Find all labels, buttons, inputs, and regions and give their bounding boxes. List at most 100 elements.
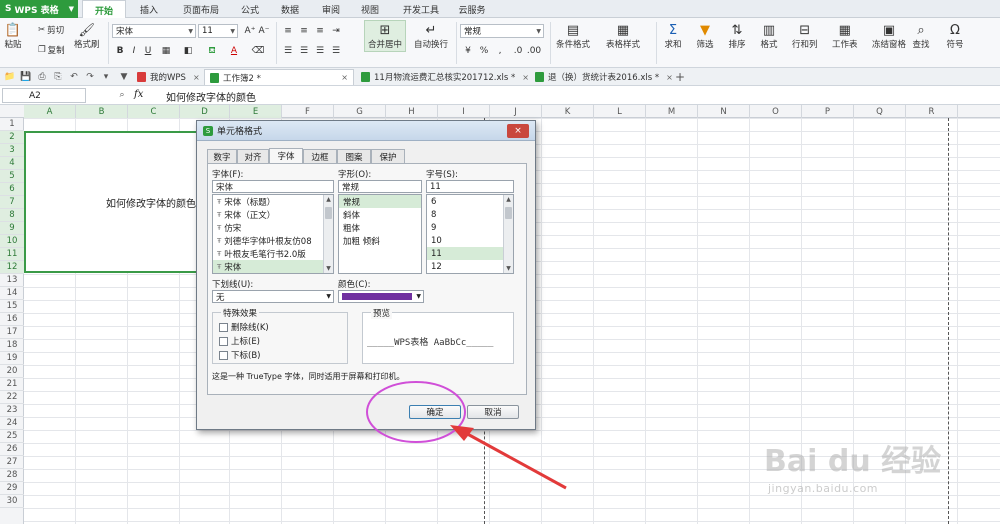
column-header[interactable]: L xyxy=(594,105,646,118)
list-item[interactable]: 常规 xyxy=(339,195,421,208)
paste-button[interactable]: 📋 粘贴 xyxy=(4,22,22,51)
row-header[interactable]: 15 xyxy=(0,300,24,313)
font-size-combo[interactable]: 11 ▼ xyxy=(198,24,238,38)
row-header[interactable]: 19 xyxy=(0,352,24,365)
list-item[interactable]: 8 xyxy=(427,208,513,221)
border-icon[interactable]: ▦ xyxy=(160,45,172,57)
row-header[interactable]: 26 xyxy=(0,443,24,456)
list-item[interactable]: 斜体 xyxy=(339,208,421,221)
italic-button[interactable]: I xyxy=(128,45,140,57)
align-bottom-icon[interactable]: ≡ xyxy=(314,25,326,37)
doc-tab-logistics[interactable]: 11月物流运费汇总核实201712.xls * × xyxy=(356,69,534,85)
ok-button[interactable]: 确定 xyxy=(409,405,461,419)
cancel-button[interactable]: 取消 xyxy=(467,405,519,419)
customize-icon[interactable]: ▾ xyxy=(100,71,112,83)
dialog-title-bar[interactable]: S 单元格格式 × xyxy=(197,121,535,141)
fill-color-icon[interactable]: ◧ xyxy=(182,45,194,57)
row-header[interactable]: 22 xyxy=(0,391,24,404)
list-item[interactable]: 粗体 xyxy=(339,221,421,234)
align-top-icon[interactable]: ≡ xyxy=(282,25,294,37)
close-icon[interactable]: × xyxy=(666,73,673,82)
row-header[interactable]: 5 xyxy=(0,170,24,183)
tab-cloud[interactable]: 云服务 xyxy=(452,0,492,18)
row-header[interactable]: 11 xyxy=(0,248,24,261)
scrollbar-thumb[interactable] xyxy=(505,207,512,219)
style-list[interactable]: 常规 斜体 粗体 加粗 倾斜 xyxy=(338,194,422,274)
table-style-button[interactable]: ▦ 表格样式 xyxy=(606,22,640,51)
align-center-icon[interactable]: ☰ xyxy=(298,45,310,57)
app-menu-button[interactable]: S WPS 表格 ▼ xyxy=(0,0,78,18)
column-header[interactable]: J xyxy=(490,105,542,118)
list-item[interactable]: 11 xyxy=(427,247,513,260)
style-input[interactable]: 常规 xyxy=(338,180,422,193)
tab-alignment[interactable]: 对齐 xyxy=(237,149,269,163)
size-input[interactable]: 11 xyxy=(426,180,514,193)
list-item[interactable]: 10 xyxy=(427,234,513,247)
tab-font[interactable]: 字体 xyxy=(269,148,303,163)
name-box[interactable]: A2 xyxy=(2,88,86,103)
doc-tab-returns[interactable]: 退（换）货统计表2016.xls * × xyxy=(530,69,678,85)
currency-icon[interactable]: ¥ xyxy=(462,45,474,57)
strikethrough-checkbox[interactable]: 删除线(K) xyxy=(219,321,269,333)
fx-label[interactable]: fx xyxy=(134,89,143,100)
superscript-checkbox[interactable]: 上标(E) xyxy=(219,335,260,347)
merge-center-button[interactable]: ⊞ 合并居中 xyxy=(364,20,407,52)
wrap-text-button[interactable]: ↵ 自动换行 xyxy=(414,22,448,51)
doc-tab-workbook2[interactable]: 工作簿2 * × xyxy=(204,69,354,85)
font-input[interactable]: 宋体 xyxy=(212,180,334,193)
row-header[interactable]: 8 xyxy=(0,209,24,222)
list-item[interactable]: Ŧ 仿宋 xyxy=(213,221,333,234)
row-header[interactable]: 27 xyxy=(0,456,24,469)
close-icon[interactable]: × xyxy=(193,73,200,82)
print-preview-icon[interactable]: ⎘ xyxy=(52,71,64,83)
tab-review[interactable]: 审阅 xyxy=(312,0,350,18)
find-button[interactable]: ⌕ 查找 xyxy=(912,22,930,51)
font-grow-button[interactable]: A⁺ xyxy=(244,25,256,37)
tab-pattern[interactable]: 图案 xyxy=(337,149,371,163)
increase-decimal-icon[interactable]: .0 xyxy=(512,45,524,57)
row-header[interactable]: 18 xyxy=(0,339,24,352)
scrollbar-thumb[interactable] xyxy=(325,207,332,219)
chevron-down-icon[interactable]: ▼ xyxy=(504,264,513,273)
font-list[interactable]: Ŧ 宋体（标题） Ŧ 宋体（正文） Ŧ 仿宋 Ŧ 刘德华字体叶根友仿08 Ŧ 叶根友毛笔行… xyxy=(212,194,334,274)
row-header[interactable]: 1 xyxy=(0,118,24,131)
row-header[interactable]: 16 xyxy=(0,313,24,326)
list-item[interactable]: Ŧ 叶根友毛笔行书2.0版 xyxy=(213,247,333,260)
column-header[interactable]: R xyxy=(906,105,958,118)
subscript-checkbox[interactable]: 下标(B) xyxy=(219,349,260,361)
close-icon[interactable]: × xyxy=(522,73,529,82)
underline-select[interactable]: 无 ▼ xyxy=(212,290,334,303)
formula-content[interactable]: 如何修改字体的颜色 xyxy=(166,89,256,104)
tab-formula[interactable]: 公式 xyxy=(232,0,268,18)
column-header[interactable]: N xyxy=(698,105,750,118)
tab-developer[interactable]: 开发工具 xyxy=(392,0,450,18)
chevron-down-icon[interactable]: ▼ xyxy=(324,264,333,273)
row-header[interactable]: 4 xyxy=(0,157,24,170)
font-color-icon[interactable]: A xyxy=(228,45,240,57)
sum-button[interactable]: Σ 求和 xyxy=(664,22,682,51)
row-header[interactable]: 28 xyxy=(0,469,24,482)
tab-border[interactable]: 边框 xyxy=(303,149,337,163)
tab-view[interactable]: 视图 xyxy=(352,0,388,18)
distribute-icon[interactable]: ☰ xyxy=(330,45,342,57)
worksheet-button[interactable]: ▦ 工作表 xyxy=(832,22,858,51)
column-header[interactable]: Q xyxy=(854,105,906,118)
align-right-icon[interactable]: ☰ xyxy=(314,45,326,57)
row-header[interactable]: 17 xyxy=(0,326,24,339)
row-header[interactable]: 14 xyxy=(0,287,24,300)
list-item[interactable]: Ŧ 宋体（标题） xyxy=(213,195,333,208)
format-painter-button[interactable]: 🖌 格式刷 xyxy=(74,22,100,51)
tab-page-layout[interactable]: 页面布局 xyxy=(172,0,230,18)
column-header[interactable]: B xyxy=(76,105,128,118)
scrollbar[interactable]: ▲ ▼ xyxy=(503,195,513,273)
new-tab-button[interactable]: + xyxy=(674,70,686,84)
tab-number[interactable]: 数字 xyxy=(207,149,237,163)
chevron-up-icon[interactable]: ▲ xyxy=(324,195,333,204)
row-header[interactable]: 24 xyxy=(0,417,24,430)
column-header[interactable]: D xyxy=(180,105,230,118)
list-item[interactable]: 9 xyxy=(427,221,513,234)
bold-button[interactable]: B xyxy=(114,45,126,57)
color-select[interactable]: ▼ xyxy=(338,290,424,303)
format-button[interactable]: ▥ 格式 xyxy=(760,22,778,51)
column-header[interactable]: M xyxy=(646,105,698,118)
